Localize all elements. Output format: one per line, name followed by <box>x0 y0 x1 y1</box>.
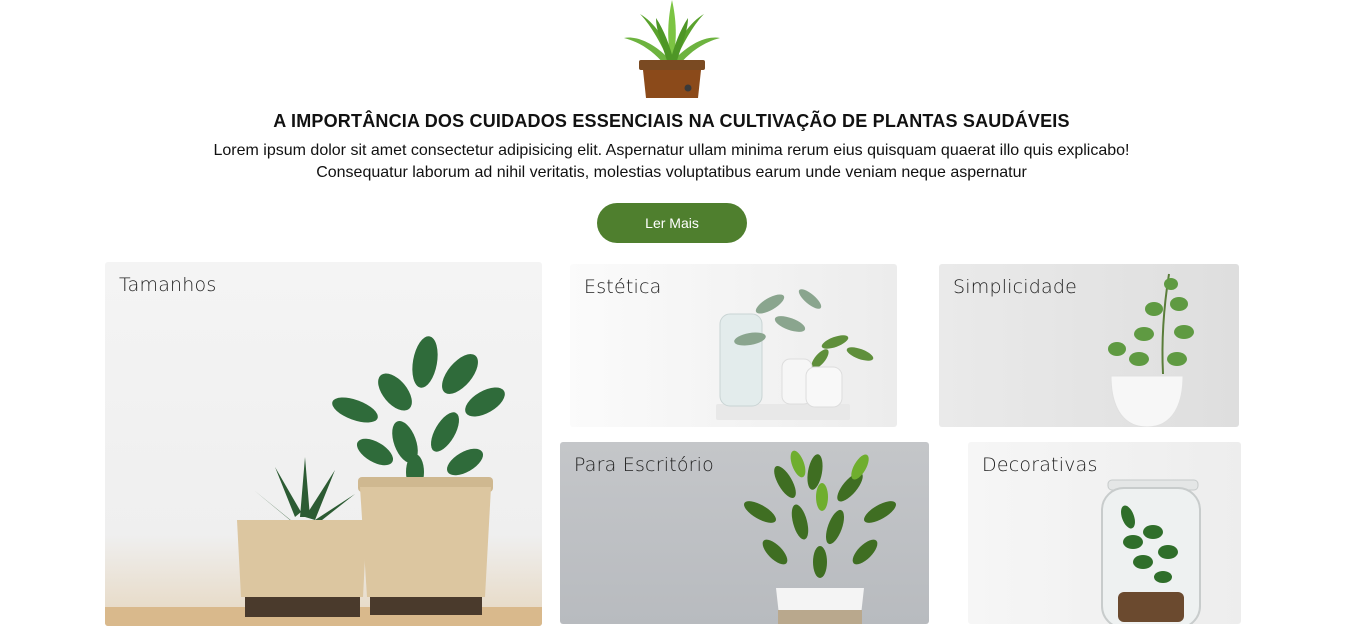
potted-plant-icon <box>624 0 720 98</box>
category-card-estetica[interactable]: Estética <box>570 264 897 427</box>
category-card-simplicidade[interactable]: Simplicidade <box>939 264 1239 427</box>
hero-description: Lorem ipsum dolor sit amet consectetur a… <box>213 142 1130 181</box>
card-label: Para Escritório <box>574 454 714 476</box>
card-label: Simplicidade <box>953 276 1078 298</box>
read-more-button[interactable]: Ler Mais <box>597 203 747 243</box>
card-label: Decorativas <box>982 454 1098 476</box>
category-card-decorativas[interactable]: Decorativas <box>968 442 1241 624</box>
card-label: Tamanhos <box>119 274 217 296</box>
page-title: A IMPORTÂNCIA DOS CUIDADOS ESSENCIAIS NA… <box>273 111 1070 131</box>
two-succulents-image <box>105 336 542 626</box>
category-card-tamanhos[interactable]: Tamanhos <box>105 262 542 626</box>
page: A IMPORTÂNCIA DOS CUIDADOS ESSENCIAIS NA… <box>0 0 1347 641</box>
category-card-para-escritorio[interactable]: Para Escritório <box>560 442 929 624</box>
card-label: Estética <box>584 276 662 298</box>
